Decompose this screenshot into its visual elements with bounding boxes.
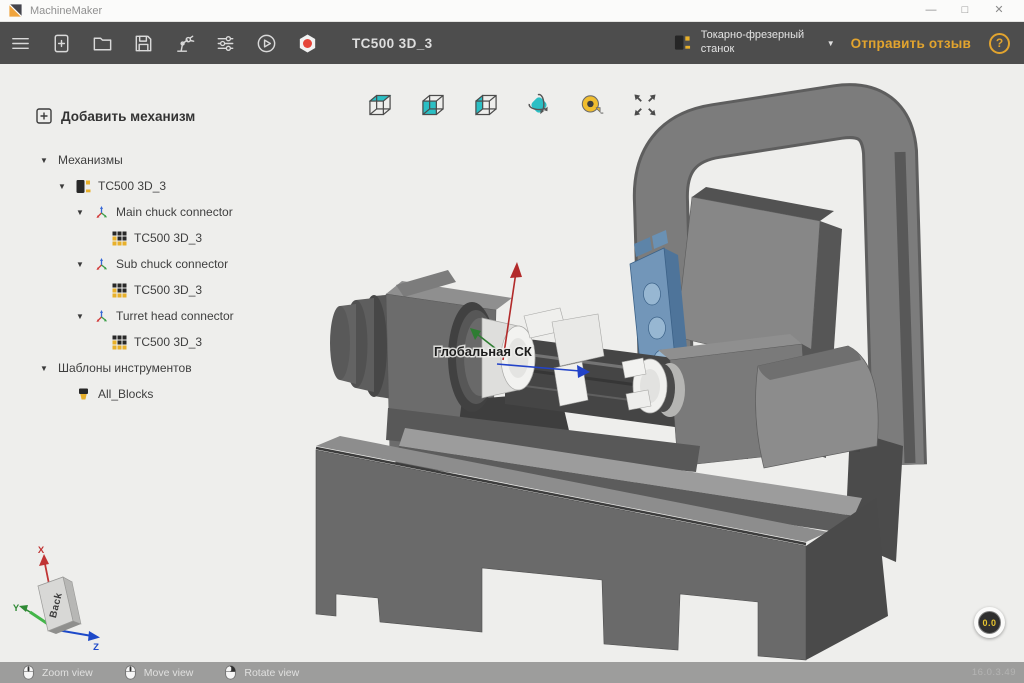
- nav-axis-y-label: Y: [13, 603, 20, 614]
- machine-icon: [76, 179, 91, 194]
- robot-arm-button[interactable]: [164, 22, 205, 64]
- grid-icon: [112, 335, 127, 350]
- tree-item-label: TC500 3D_3: [98, 179, 166, 193]
- tree-item-main-chuck-connector[interactable]: ▼ Main chuck connector: [0, 199, 300, 225]
- open-folder-button[interactable]: [82, 22, 123, 64]
- expand-arrow-icon[interactable]: ▼: [40, 156, 58, 165]
- tree-item-tc500-3d-3[interactable]: TC500 3D_3: [0, 277, 300, 303]
- axes-icon: [94, 205, 109, 220]
- axes-icon: [94, 257, 109, 272]
- hint-move-view: Move view: [125, 665, 194, 680]
- plus-square-icon: [36, 108, 52, 124]
- axes-icon: [94, 309, 109, 324]
- app-title: MachineMaker: [30, 5, 102, 17]
- mechanism-tree: ▼Механизмы▼TC500 3D_3▼Main chuck connect…: [0, 147, 300, 407]
- view-cube-side-button[interactable]: [469, 88, 503, 122]
- main-toolbar: TC500 3D_3 Токарно-фрезерный станок ▼ От…: [0, 22, 1024, 64]
- zoom-level-badge[interactable]: 0.0: [974, 607, 1005, 638]
- tree-item-label: TC500 3D_3: [134, 335, 202, 349]
- save-button[interactable]: [123, 22, 164, 64]
- tree-item-label: Шаблоны инструментов: [58, 361, 192, 375]
- tree-item-sub-chuck-connector[interactable]: ▼ Sub chuck connector: [0, 251, 300, 277]
- tree-item-label: TC500 3D_3: [134, 283, 202, 297]
- nav-axis-z-label: Z: [93, 642, 99, 653]
- expand-arrow-icon[interactable]: ▼: [58, 182, 76, 191]
- window-titlebar: MachineMaker — □ ✕: [0, 0, 1024, 22]
- menu-button[interactable]: [0, 22, 41, 64]
- close-button[interactable]: ✕: [982, 0, 1016, 21]
- minimize-button[interactable]: —: [914, 0, 948, 21]
- hint-label: Move view: [144, 667, 194, 679]
- settings-sliders-button[interactable]: [205, 22, 246, 64]
- measure-tape-button[interactable]: [575, 88, 609, 122]
- app-logo-icon: [8, 3, 23, 18]
- tree-item-turret-head-connector[interactable]: ▼ Turret head connector: [0, 303, 300, 329]
- toolbar-right-group: Токарно-фрезерный станок ▼ Отправить отз…: [674, 29, 1024, 57]
- machine-type-dropdown-icon[interactable]: ▼: [827, 39, 835, 48]
- view-cube-front-button[interactable]: [416, 88, 450, 122]
- tree-item-label: Main chuck connector: [116, 205, 233, 219]
- document-title: TC500 3D_3: [352, 36, 433, 51]
- tree-item-label: Sub chuck connector: [116, 257, 228, 271]
- hint-rotate-view: Rotate view: [225, 665, 299, 680]
- statusbar: Zoom view Move view Rotate view 16.0.3.49: [0, 662, 1024, 683]
- nav-axis-x-label: X: [38, 545, 45, 556]
- tree-item-шаблоны-инструментов[interactable]: ▼Шаблоны инструментов: [0, 355, 300, 381]
- mouse-hints: Zoom view Move view Rotate view: [23, 665, 331, 680]
- send-feedback-button[interactable]: Отправить отзыв: [851, 36, 971, 51]
- grid-icon: [112, 231, 127, 246]
- tree-item-all-blocks[interactable]: All_Blocks: [0, 381, 300, 407]
- maximize-button[interactable]: □: [948, 0, 982, 21]
- tree-item-tc500-3d-3[interactable]: TC500 3D_3: [0, 329, 300, 355]
- hint-label: Zoom view: [42, 667, 93, 679]
- expand-arrow-icon[interactable]: ▼: [76, 208, 94, 217]
- version-label: 16.0.3.49: [972, 667, 1016, 678]
- orbit-view-button[interactable]: [522, 88, 556, 122]
- fit-view-button[interactable]: [628, 88, 662, 122]
- view-toolbar: [363, 88, 662, 122]
- expand-arrow-icon[interactable]: ▼: [40, 364, 58, 373]
- new-document-button[interactable]: [41, 22, 82, 64]
- play-simulation-button[interactable]: [246, 22, 287, 64]
- add-mechanism-label: Добавить механизм: [61, 109, 195, 124]
- tree-item-механизмы[interactable]: ▼Механизмы: [0, 147, 300, 173]
- add-mechanism-button[interactable]: Добавить механизм: [36, 108, 195, 124]
- machinemaker-window: MachineMaker — □ ✕ TC500 3D_3 Токарно-фр…: [0, 0, 1024, 683]
- machine-type-icon: [674, 33, 691, 53]
- tree-item-label: All_Blocks: [98, 387, 153, 401]
- machine-tail-cylinder: [756, 346, 879, 468]
- toolbar-icon-group: [0, 22, 328, 64]
- tool-icon: [76, 387, 91, 402]
- csys-label: Глобальная СК: [434, 344, 532, 359]
- tree-item-tc500-3d-3[interactable]: ▼ TC500 3D_3: [0, 173, 300, 199]
- hint-label: Rotate view: [244, 667, 299, 679]
- expand-arrow-icon[interactable]: ▼: [76, 260, 94, 269]
- hint-zoom-view: Zoom view: [23, 665, 93, 680]
- tree-item-label: Механизмы: [58, 153, 123, 167]
- expand-arrow-icon[interactable]: ▼: [76, 312, 94, 321]
- zoom-level-value: 0.0: [978, 611, 1001, 634]
- tree-item-label: TC500 3D_3: [134, 231, 202, 245]
- tree-item-label: Turret head connector: [116, 309, 234, 323]
- tree-item-tc500-3d-3[interactable]: TC500 3D_3: [0, 225, 300, 251]
- nav-cube[interactable]: Back X Y Z: [13, 545, 100, 653]
- window-controls: — □ ✕: [914, 0, 1016, 21]
- workspace: Глобальная СК Back X Y Z: [0, 64, 1024, 662]
- machine-type-label: Токарно-фрезерный станок: [701, 29, 819, 57]
- help-button[interactable]: ?: [989, 33, 1010, 54]
- record-stop-button[interactable]: [287, 22, 328, 64]
- view-cube-top-button[interactable]: [363, 88, 397, 122]
- grid-icon: [112, 283, 127, 298]
